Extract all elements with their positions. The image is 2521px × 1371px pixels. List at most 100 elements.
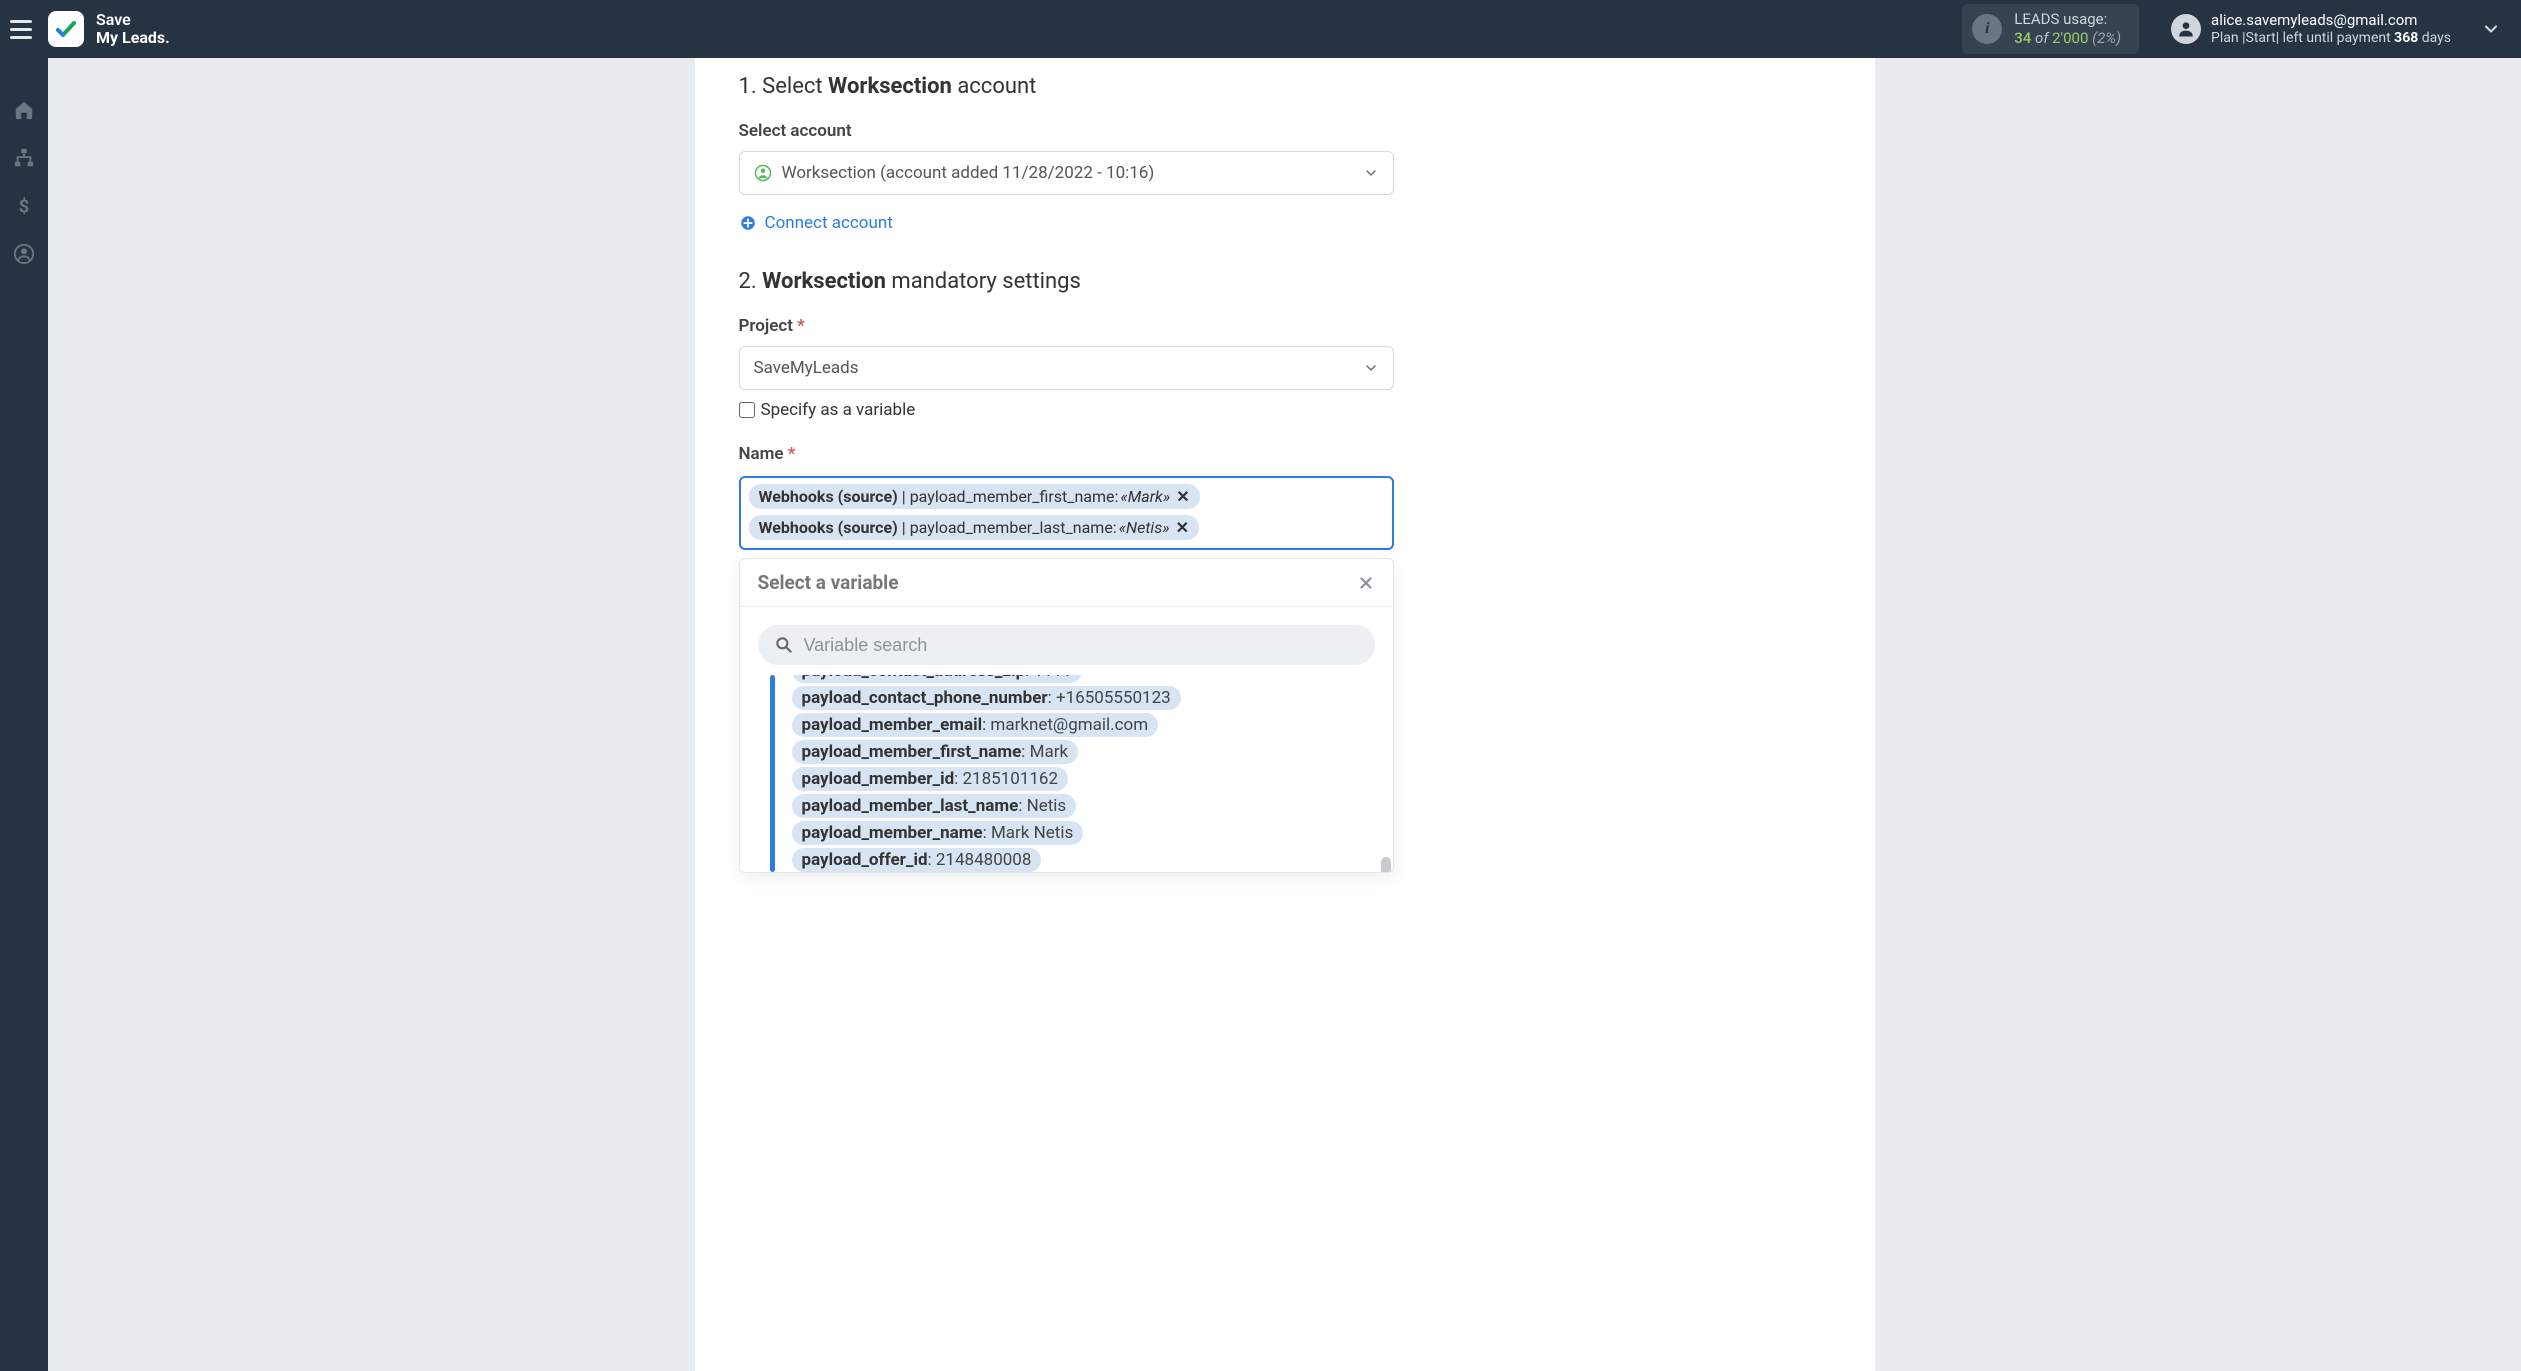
variable-option[interactable]: payload_offer_id: 2148480008	[792, 848, 1042, 872]
plus-circle-icon	[739, 214, 757, 232]
user-menu-chevron[interactable]	[2481, 19, 2501, 39]
name-tag-input[interactable]: Webhooks (source) | payload_member_first…	[739, 476, 1394, 550]
user-email: alice.savemyleads@gmail.com	[2211, 11, 2451, 30]
brand-line1: Save	[96, 11, 170, 29]
variable-option-key: payload_contact_phone_number	[802, 688, 1048, 708]
sidebar: $	[0, 58, 48, 1371]
step2-suffix: mandatory settings	[886, 269, 1081, 294]
info-icon: i	[1972, 14, 2002, 44]
tag-key: payload_member_first_name:	[910, 487, 1119, 506]
variable-option-key: payload_contact_address_zip	[802, 675, 1026, 681]
variable-option[interactable]: payload_member_name: Mark Netis	[792, 821, 1084, 845]
usage-total: 2'000	[2052, 29, 2088, 47]
variable-option-value: : Mark	[1021, 742, 1068, 762]
user-text: alice.savemyleads@gmail.com Plan |Start|…	[2211, 11, 2451, 47]
variable-option[interactable]: payload_member_first_name: Mark	[792, 740, 1079, 764]
variable-option-key: payload_member_email	[802, 715, 983, 735]
main-panel: 1. Select Worksection account Select acc…	[695, 58, 1875, 1371]
variable-tag[interactable]: Webhooks (source) | payload_member_first…	[749, 484, 1200, 509]
user-plan: Plan |Start| left until payment 368 days	[2211, 30, 2451, 48]
sidebar-item-billing[interactable]: $	[0, 182, 48, 230]
checkbox-icon	[739, 402, 755, 418]
variable-option[interactable]: payload_member_email: marknet@gmail.com	[792, 713, 1159, 737]
brand-text: Save My Leads.	[96, 11, 170, 48]
name-label: Name*	[739, 444, 1831, 464]
tag-remove-icon[interactable]: ✕	[1176, 518, 1189, 537]
tag-value: «Netis»	[1119, 518, 1170, 537]
variable-option-value: : Netis	[1018, 796, 1066, 816]
variable-list: payload_contact_address_zip: 1111payload…	[770, 675, 1375, 872]
home-icon	[13, 99, 35, 121]
tag-remove-icon[interactable]: ✕	[1176, 487, 1189, 506]
avatar-icon	[2171, 14, 2201, 44]
step1-prefix: Select	[762, 74, 828, 99]
tag-value: «Mark»	[1120, 487, 1170, 506]
variable-option[interactable]: payload_member_id: 2185101162	[792, 767, 1069, 791]
plan-name: Start	[2246, 30, 2276, 46]
specify-variable-checkbox[interactable]: Specify as a variable	[739, 400, 1831, 420]
step2-heading: 2. Worksection mandatory settings	[739, 269, 1831, 294]
variable-option-key: payload_offer_id	[802, 850, 928, 870]
connect-account-link[interactable]: Connect account	[739, 213, 1831, 233]
specify-variable-label: Specify as a variable	[761, 400, 916, 420]
account-badge-icon	[754, 164, 772, 182]
variable-option[interactable]: payload_contact_phone_number: +165055501…	[792, 686, 1181, 710]
search-icon	[774, 635, 794, 655]
step2-num: 2.	[739, 269, 763, 294]
variable-search[interactable]	[758, 625, 1375, 665]
tag-key: payload_member_last_name:	[910, 518, 1117, 537]
dollar-icon: $	[13, 195, 35, 217]
variable-option-value: : 2148480008	[928, 850, 1032, 870]
plan-days-num: 368	[2394, 30, 2418, 46]
brand-logo[interactable]	[48, 11, 84, 47]
variable-option[interactable]: payload_contact_address_zip: 1111	[792, 675, 1082, 683]
chevron-down-icon	[1363, 165, 1379, 181]
variable-option-key: payload_member_last_name	[802, 796, 1019, 816]
sidebar-item-account[interactable]	[0, 230, 48, 278]
chevron-down-icon	[2481, 19, 2501, 39]
step1-suffix: account	[952, 74, 1036, 99]
usage-of: of	[2035, 29, 2048, 47]
close-icon	[1357, 574, 1375, 592]
brand-line2: My Leads.	[96, 29, 170, 47]
sidebar-item-connections[interactable]	[0, 134, 48, 182]
usage-text: LEADS usage: 34 of 2'000 (2%)	[2014, 10, 2121, 48]
sidebar-item-home[interactable]	[0, 86, 48, 134]
dropdown-close-button[interactable]	[1357, 574, 1375, 592]
variable-option-key: payload_member_name	[802, 823, 983, 843]
sitemap-icon	[13, 147, 35, 169]
tag-source: Webhooks (source)	[759, 487, 898, 506]
chevron-down-icon	[1363, 360, 1379, 376]
variable-option-value: : +16505550123	[1048, 688, 1171, 708]
variable-option-key: payload_member_id	[802, 769, 955, 789]
variable-option[interactable]: payload_member_last_name: Netis	[792, 794, 1077, 818]
variable-dropdown-title: Select a variable	[758, 571, 899, 594]
usage-pct: (2%)	[2092, 29, 2121, 47]
variable-tag[interactable]: Webhooks (source) | payload_member_last_…	[749, 515, 1199, 540]
step1-bold: Worksection	[828, 74, 952, 99]
variable-option-value: : Mark Netis	[983, 823, 1074, 843]
usage-box[interactable]: i LEADS usage: 34 of 2'000 (2%)	[1962, 4, 2139, 54]
account-select[interactable]: Worksection (account added 11/28/2022 - …	[739, 151, 1394, 195]
required-mark: *	[788, 444, 796, 464]
step2-bold: Worksection	[762, 269, 886, 294]
usage-label: LEADS usage:	[2014, 10, 2121, 29]
variable-option-value: : marknet@gmail.com	[982, 715, 1148, 735]
project-label-text: Project	[739, 316, 793, 336]
plan-prefix: Plan |	[2211, 30, 2245, 46]
usage-used: 34	[2014, 29, 2031, 47]
account-select-value: Worksection (account added 11/28/2022 - …	[782, 163, 1155, 183]
user-menu[interactable]: alice.savemyleads@gmail.com Plan |Start|…	[2171, 11, 2451, 47]
checkmark-icon	[54, 17, 78, 41]
connect-account-text: Connect account	[765, 213, 893, 233]
user-icon	[13, 243, 35, 265]
required-mark: *	[797, 316, 805, 336]
variable-dropdown: Select a variable payload_contact_addres…	[739, 558, 1394, 873]
project-select[interactable]: SaveMyLeads	[739, 346, 1394, 390]
project-label: Project*	[739, 316, 1831, 336]
variable-option-value: : 1111	[1025, 675, 1072, 681]
variable-search-input[interactable]	[804, 635, 1359, 656]
scrollbar-thumb[interactable]	[1381, 857, 1391, 872]
svg-text:$: $	[19, 196, 30, 217]
menu-toggle-icon[interactable]	[8, 15, 36, 43]
